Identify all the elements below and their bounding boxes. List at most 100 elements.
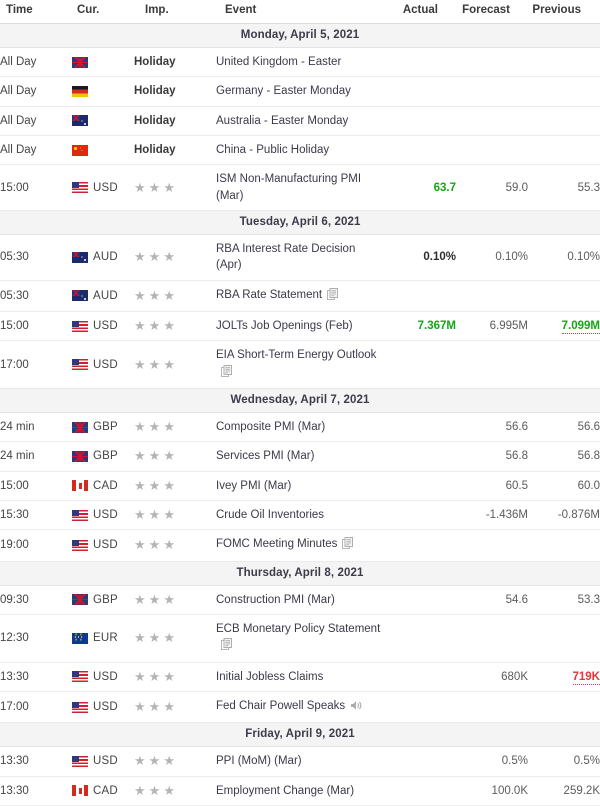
event-name-cell[interactable]: Crude Oil Inventories (216, 500, 384, 529)
star-icon[interactable]: ★ (149, 181, 161, 194)
star-icon[interactable]: ★ (149, 358, 161, 371)
star-icon[interactable]: ★ (163, 631, 175, 644)
star-icon[interactable]: ★ (149, 289, 161, 302)
star-icon[interactable]: ★ (149, 784, 161, 797)
document-icon[interactable] (221, 638, 232, 655)
event-name-cell[interactable]: Germany - Easter Monday (216, 77, 384, 106)
importance-stars[interactable]: ★★★ (134, 181, 175, 194)
table-row[interactable]: All DayHolidayGermany - Easter Monday (0, 77, 600, 106)
importance-stars[interactable]: ★★★ (134, 358, 175, 371)
event-name-cell[interactable]: EIA Short-Term Energy Outlook (216, 341, 384, 389)
importance-stars[interactable]: ★★★ (134, 754, 175, 767)
star-icon[interactable]: ★ (149, 538, 161, 551)
star-icon[interactable]: ★ (134, 420, 146, 433)
star-icon[interactable]: ★ (149, 449, 161, 462)
event-name-cell[interactable]: FOMC Meeting Minutes (216, 530, 384, 561)
star-icon[interactable]: ★ (163, 700, 175, 713)
star-icon[interactable]: ★ (163, 479, 175, 492)
event-name-cell[interactable]: Services PMI (Mar) (216, 442, 384, 471)
star-icon[interactable]: ★ (163, 784, 175, 797)
star-icon[interactable]: ★ (134, 700, 146, 713)
column-header-previous[interactable]: Previous (528, 0, 600, 24)
importance-stars[interactable]: ★★★ (134, 670, 175, 683)
event-name-cell[interactable]: ISM Non-Manufacturing PMI (Mar) (216, 165, 384, 211)
table-row[interactable]: 13:30USD★★★PPI (MoM) (Mar)0.5%0.5% (0, 747, 600, 776)
star-icon[interactable]: ★ (134, 538, 146, 551)
event-name-cell[interactable]: Australia - Easter Monday (216, 106, 384, 135)
table-row[interactable]: 13:30USD★★★Initial Jobless Claims680K719… (0, 662, 600, 691)
importance-stars[interactable]: ★★★ (134, 631, 175, 644)
table-row[interactable]: All DayHolidayAustralia - Easter Monday (0, 106, 600, 135)
document-icon[interactable] (221, 365, 232, 382)
star-icon[interactable]: ★ (149, 754, 161, 767)
star-icon[interactable]: ★ (163, 670, 175, 683)
star-icon[interactable]: ★ (163, 508, 175, 521)
star-icon[interactable]: ★ (163, 250, 175, 263)
star-icon[interactable]: ★ (134, 319, 146, 332)
event-name-cell[interactable]: JOLTs Job Openings (Feb) (216, 311, 384, 340)
star-icon[interactable]: ★ (134, 754, 146, 767)
column-header-currency[interactable]: Cur. (72, 0, 134, 24)
star-icon[interactable]: ★ (163, 420, 175, 433)
table-row[interactable]: 05:30AUD★★★RBA Interest Rate Decision (A… (0, 234, 600, 280)
speaker-icon[interactable] (350, 700, 363, 716)
star-icon[interactable]: ★ (134, 593, 146, 606)
importance-stars[interactable]: ★★★ (134, 784, 175, 797)
star-icon[interactable]: ★ (163, 181, 175, 194)
importance-stars[interactable]: ★★★ (134, 449, 175, 462)
document-icon[interactable] (342, 537, 353, 554)
column-header-importance[interactable]: Imp. (134, 0, 216, 24)
column-header-forecast[interactable]: Forecast (456, 0, 528, 24)
star-icon[interactable]: ★ (134, 181, 146, 194)
star-icon[interactable]: ★ (134, 479, 146, 492)
importance-stars[interactable]: ★★★ (134, 289, 175, 302)
table-row[interactable]: 24 minGBP★★★Services PMI (Mar)56.856.8 (0, 442, 600, 471)
star-icon[interactable]: ★ (163, 358, 175, 371)
importance-stars[interactable]: ★★★ (134, 479, 175, 492)
column-header-actual[interactable]: Actual (384, 0, 456, 24)
event-name-cell[interactable]: China - Public Holiday (216, 135, 384, 164)
star-icon[interactable]: ★ (163, 593, 175, 606)
star-icon[interactable]: ★ (149, 700, 161, 713)
column-header-time[interactable]: Time (0, 0, 72, 24)
star-icon[interactable]: ★ (134, 289, 146, 302)
table-row[interactable]: 09:30GBP★★★Construction PMI (Mar)54.653.… (0, 585, 600, 614)
table-row[interactable]: 17:00USD★★★Fed Chair Powell Speaks (0, 691, 600, 722)
event-name-cell[interactable]: Composite PMI (Mar) (216, 412, 384, 441)
table-row[interactable]: 24 minGBP★★★Composite PMI (Mar)56.656.6 (0, 412, 600, 441)
star-icon[interactable]: ★ (149, 319, 161, 332)
star-icon[interactable]: ★ (163, 289, 175, 302)
table-row[interactable]: 15:30USD★★★Crude Oil Inventories-1.436M-… (0, 500, 600, 529)
star-icon[interactable]: ★ (149, 631, 161, 644)
star-icon[interactable]: ★ (134, 670, 146, 683)
star-icon[interactable]: ★ (163, 449, 175, 462)
star-icon[interactable]: ★ (134, 250, 146, 263)
event-name-cell[interactable]: Fed Chair Powell Speaks (216, 691, 384, 722)
importance-stars[interactable]: ★★★ (134, 420, 175, 433)
event-name-cell[interactable]: ECB Monetary Policy Statement (216, 614, 384, 662)
table-row[interactable]: 15:00USD★★★ISM Non-Manufacturing PMI (Ma… (0, 165, 600, 211)
star-icon[interactable]: ★ (149, 593, 161, 606)
star-icon[interactable]: ★ (163, 319, 175, 332)
event-name-cell[interactable]: Employment Change (Mar) (216, 776, 384, 805)
importance-stars[interactable]: ★★★ (134, 538, 175, 551)
event-name-cell[interactable]: United Kingdom - Easter (216, 48, 384, 77)
star-icon[interactable]: ★ (134, 784, 146, 797)
table-row[interactable]: 05:30AUD★★★RBA Rate Statement (0, 280, 600, 311)
event-name-cell[interactable]: RBA Rate Statement (216, 280, 384, 311)
table-row[interactable]: 13:30CAD★★★Employment Change (Mar)100.0K… (0, 776, 600, 805)
star-icon[interactable]: ★ (149, 670, 161, 683)
table-row[interactable]: 12:30EUR★★★ECB Monetary Policy Statement (0, 614, 600, 662)
star-icon[interactable]: ★ (149, 250, 161, 263)
star-icon[interactable]: ★ (134, 631, 146, 644)
star-icon[interactable]: ★ (149, 420, 161, 433)
star-icon[interactable]: ★ (163, 754, 175, 767)
table-row[interactable]: All DayHolidayChina - Public Holiday (0, 135, 600, 164)
table-row[interactable]: 17:00USD★★★EIA Short-Term Energy Outlook (0, 341, 600, 389)
importance-stars[interactable]: ★★★ (134, 593, 175, 606)
event-name-cell[interactable]: RBA Interest Rate Decision (Apr) (216, 234, 384, 280)
table-row[interactable]: 15:00CAD★★★Ivey PMI (Mar)60.560.0 (0, 471, 600, 500)
star-icon[interactable]: ★ (134, 449, 146, 462)
table-row[interactable]: 15:00USD★★★JOLTs Job Openings (Feb)7.367… (0, 311, 600, 340)
column-header-event[interactable]: Event (216, 0, 384, 24)
